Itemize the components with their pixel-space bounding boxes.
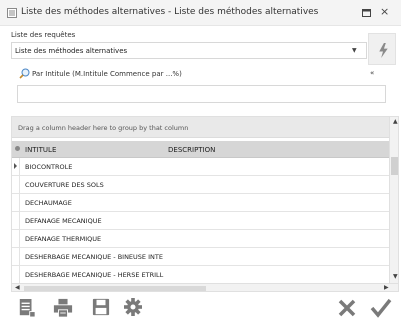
table-row[interactable]: DESHERBAGE MECANIQUE - HERSE ETRILL — [12, 266, 389, 284]
requetes-label: Liste des requêtes — [11, 31, 76, 39]
scroll-right-icon[interactable]: ▶ — [384, 284, 389, 291]
print-button[interactable] — [50, 298, 76, 322]
printer-icon — [53, 298, 73, 318]
horizontal-scroll-thumb[interactable] — [24, 286, 206, 291]
current-row-arrow-icon — [14, 163, 17, 169]
cell-intitule: DESHERBAGE MECANIQUE - HERSE ETRILL — [25, 271, 164, 279]
filter-input[interactable] — [17, 85, 386, 103]
table-row[interactable]: COUVERTURE DES SOLS — [12, 176, 389, 194]
column-header-description[interactable]: DESCRIPTION — [168, 146, 215, 154]
save-icon — [92, 298, 110, 316]
scroll-left-icon[interactable]: ◀ — [15, 284, 20, 291]
gear-icon — [124, 298, 142, 316]
row-indicator — [12, 158, 20, 175]
report-icon — [19, 299, 36, 318]
magnifier-icon — [19, 68, 30, 79]
cancel-button[interactable] — [337, 298, 359, 320]
list-icon — [7, 8, 17, 18]
report-button[interactable] — [14, 298, 40, 322]
vertical-scroll-thumb[interactable] — [391, 157, 398, 175]
cell-intitule: DESHERBAGE MECANIQUE - BINEUSE INTE — [25, 253, 163, 261]
lightning-icon — [379, 43, 388, 58]
cell-intitule: BIOCONTROLE — [25, 163, 73, 171]
dropdown-arrow-icon[interactable]: ▼ — [352, 47, 357, 54]
group-panel[interactable]: Drag a column header here to group by th… — [12, 117, 389, 138]
check-icon — [370, 298, 392, 318]
table-row[interactable]: DESHERBAGE MECANIQUE - BINEUSE INTE — [12, 248, 389, 266]
cell-intitule: COUVERTURE DES SOLS — [25, 181, 104, 189]
row-indicator — [12, 230, 20, 247]
save-button[interactable] — [88, 298, 114, 322]
grid-rows: BIOCONTROLE COUVERTURE DES SOLS DECHAUMA… — [12, 158, 389, 284]
row-indicator — [12, 212, 20, 229]
ok-button[interactable] — [370, 298, 394, 320]
execute-button[interactable] — [368, 33, 396, 65]
row-indicator — [12, 248, 20, 265]
row-indicator — [12, 266, 20, 283]
column-header-intitule[interactable]: INTITULE — [25, 146, 56, 154]
window-title: Liste des méthodes alternatives - Liste … — [21, 7, 319, 17]
scroll-up-icon[interactable]: ▲ — [393, 118, 398, 125]
column-chooser-icon[interactable] — [15, 146, 20, 151]
group-panel-hint: Drag a column header here to group by th… — [18, 124, 189, 132]
cell-intitule: DECHAUMAGE — [25, 199, 72, 207]
table-row[interactable]: DEFANAGE THERMIQUE — [12, 230, 389, 248]
maximize-icon[interactable] — [362, 9, 371, 17]
close-window-button[interactable]: × — [380, 5, 389, 19]
title-bar: Liste des méthodes alternatives - Liste … — [0, 0, 401, 26]
cell-intitule: DEFANAGE MECANIQUE — [25, 217, 102, 225]
close-x-icon — [338, 299, 356, 317]
vertical-scrollbar[interactable]: ▲ ▼ — [389, 117, 398, 283]
table-row[interactable]: DECHAUMAGE — [12, 194, 389, 212]
filter-hint-text: Par Intitule (M.Intitule Commence par ..… — [32, 70, 182, 78]
grid-header-row: INTITULE DESCRIPTION — [12, 141, 389, 158]
row-indicator — [12, 176, 20, 193]
requete-select[interactable]: Liste des méthodes alternatives ▼ — [11, 42, 367, 59]
double-chevron-up-icon[interactable]: « — [370, 69, 374, 77]
table-row[interactable]: DEFANAGE MECANIQUE — [12, 212, 389, 230]
row-indicator — [12, 194, 20, 211]
table-row[interactable]: BIOCONTROLE — [12, 158, 389, 176]
horizontal-scrollbar[interactable]: ◀ ▶ — [12, 283, 398, 291]
cell-intitule: DEFANAGE THERMIQUE — [25, 235, 102, 243]
requete-selected-value: Liste des méthodes alternatives — [15, 47, 128, 55]
data-grid: Drag a column header here to group by th… — [11, 116, 399, 292]
settings-button[interactable] — [120, 298, 146, 322]
scroll-down-icon[interactable]: ▼ — [393, 273, 398, 280]
